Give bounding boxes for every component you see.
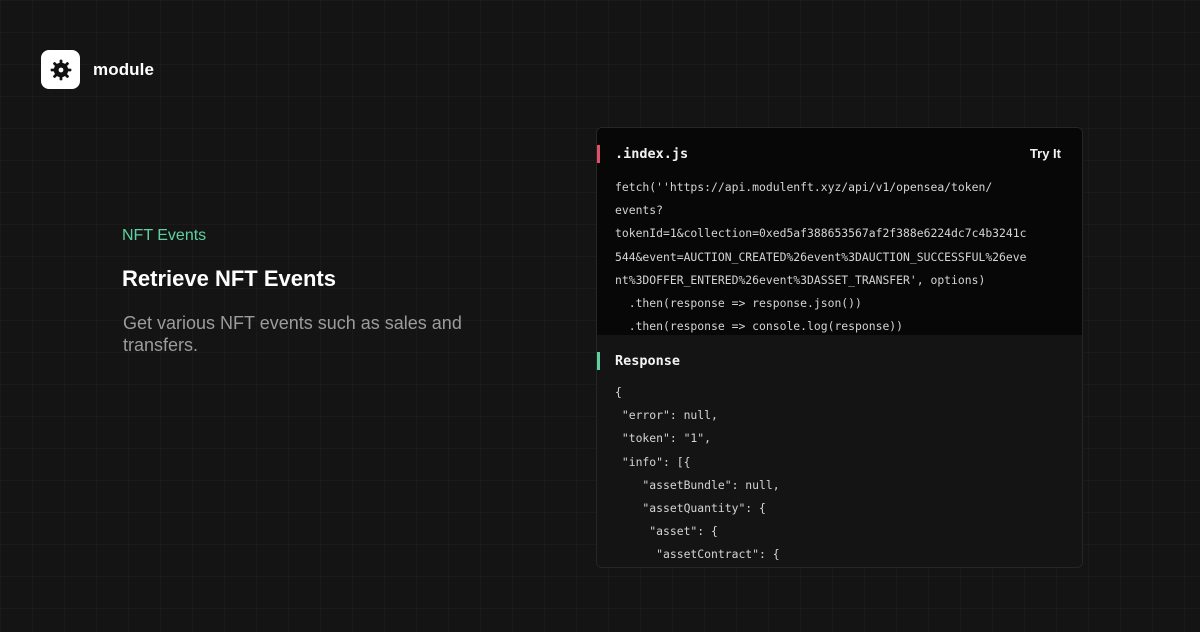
request-code: fetch(''https://api.modulenft.xyz/api/v1… [615,180,1027,334]
hero-title: Retrieve NFT Events [122,266,336,291]
try-it-button[interactable]: Try It [1030,145,1061,163]
request-accent-bar [597,145,600,163]
brand: module [41,50,154,89]
request-header: .index.js Try It [597,145,1082,163]
hero-section: NFT Events Retrieve NFT Events Get vario… [122,226,502,356]
hero-subtitle: Get various NFT events such as sales and… [123,313,462,355]
response-panel: Response { "error": null, "token": "1", … [597,335,1082,567]
request-filename: .index.js [615,146,689,162]
brand-name: module [93,59,155,79]
response-title: Response [615,353,681,369]
response-accent-bar [597,352,600,370]
response-code: { "error": null, "token": "1", "info": [… [615,385,780,562]
request-panel: .index.js Try It fetch(''https://api.mod… [597,128,1082,335]
hero-eyebrow: NFT Events [122,227,207,244]
module-logo-icon [41,50,80,89]
code-example-card: .index.js Try It fetch(''https://api.mod… [596,127,1083,568]
response-header: Response [597,352,1082,370]
